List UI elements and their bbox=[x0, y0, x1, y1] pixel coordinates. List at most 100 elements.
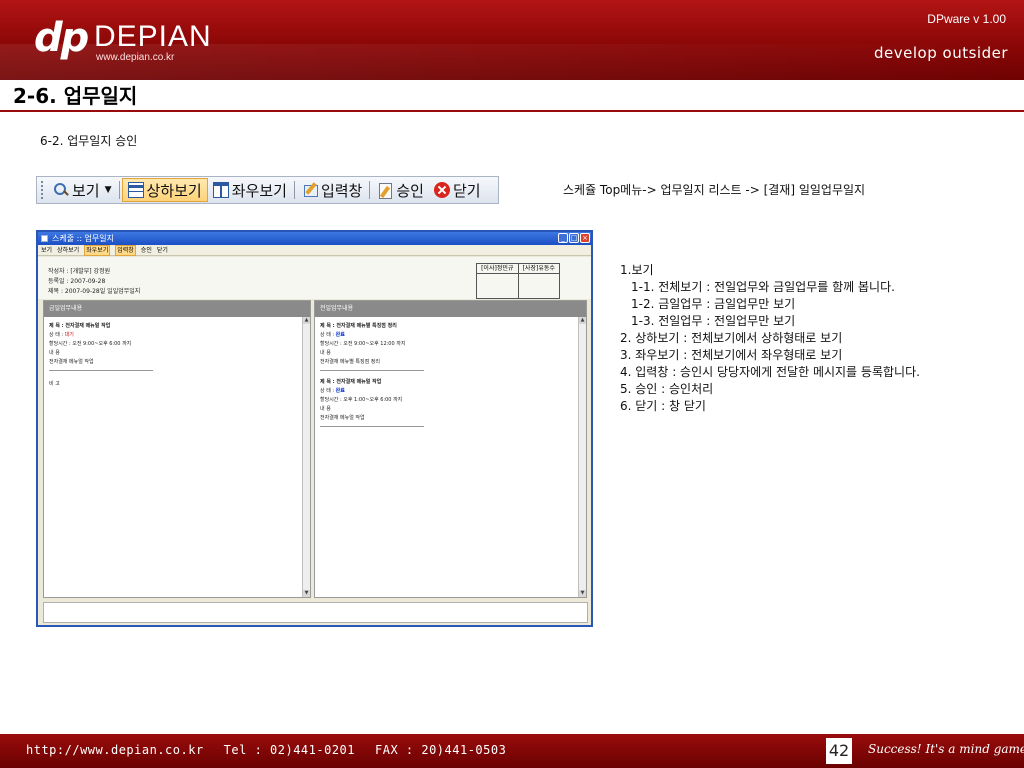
work-entry: 제 목 : 전자결재 메뉴얼 작업 상 태 : 완료 할당시간 : 오후 1:0… bbox=[320, 378, 424, 427]
reg-date-text: 등록일 : 2007-09-28 bbox=[48, 278, 106, 285]
entry-content: 전자결재 메뉴별 특징점 정리 bbox=[320, 359, 380, 365]
scroll-down-icon[interactable]: ▼ bbox=[579, 590, 586, 597]
today-panel-body: 제 목 : 전자결재 메뉴얼 작업 상 태 : 대기 할당시간 : 오전 9:0… bbox=[44, 317, 302, 597]
entry-status: 완료 bbox=[335, 332, 345, 338]
edit-pencil-icon bbox=[302, 182, 318, 198]
top-bottom-view-label: 상하보기 bbox=[146, 181, 202, 200]
footer-fax: FAX : 20)441-0503 bbox=[375, 743, 507, 757]
logo-name: DEPIAN bbox=[94, 20, 212, 53]
previous-panel-body: 제 목 : 전자결재 메뉴별 특징점 정리 상 태 : 완료 할당시간 : 오전… bbox=[315, 317, 578, 597]
left-right-view-button[interactable]: 좌우보기 bbox=[208, 178, 292, 202]
entry-time: 할당시간 : 오전 9:00~오후 6:00 까지 bbox=[49, 341, 132, 347]
entry-status-label: 상 태 : bbox=[49, 332, 64, 338]
caret-down-icon: ▼ bbox=[104, 185, 112, 195]
maximize-icon[interactable]: □ bbox=[569, 233, 579, 243]
toolbar-separator bbox=[118, 181, 120, 199]
mini-view-button[interactable]: 보기 bbox=[41, 245, 52, 256]
search-icon bbox=[53, 182, 69, 198]
entry-divider bbox=[49, 370, 153, 371]
entry-status-label: 상 태 : bbox=[320, 332, 335, 338]
description-line: 3. 좌우보기 : 전체보기에서 좌우형태로 보기 bbox=[620, 348, 843, 362]
description-line: 6. 닫기 : 창 닫기 bbox=[620, 399, 706, 413]
entry-time: 할당시간 : 오전 9:00~오후 12:00 까지 bbox=[320, 341, 406, 347]
feature-description-list: 1.보기 1-1. 전체보기 : 전일업무와 금일업무를 함께 봅니다. 1-2… bbox=[620, 262, 920, 415]
slide-number: 42 bbox=[826, 738, 852, 764]
toolbar-separator bbox=[293, 181, 295, 199]
toolbar-separator bbox=[369, 181, 371, 199]
scroll-down-icon[interactable]: ▼ bbox=[303, 590, 310, 597]
entry-status-row: 상 태 : 완료 bbox=[320, 387, 424, 396]
input-window-button[interactable]: 입력창 bbox=[297, 178, 367, 202]
entry-status-row: 상 태 : 대기 bbox=[49, 331, 153, 340]
title-divider bbox=[0, 110, 1024, 112]
entry-divider bbox=[320, 370, 424, 371]
mini-close-button[interactable]: 닫기 bbox=[157, 245, 168, 256]
footer-bar: http://www.depian.co.kr Tel : 02)441-0201… bbox=[0, 734, 1024, 768]
author-text: 작성자 : [개발부] 강정원 bbox=[48, 268, 111, 275]
approve-button[interactable]: 승인 bbox=[372, 178, 429, 202]
entry-content-label: 내 용 bbox=[320, 406, 331, 412]
page-title: 2-6. 업무일지 bbox=[13, 84, 138, 108]
work-entry: 제 목 : 전자결재 메뉴얼 작업 상 태 : 대기 할당시간 : 오전 9:0… bbox=[49, 322, 153, 371]
section-subtitle: 6-2. 업무일지 승인 bbox=[40, 134, 138, 148]
entry-status-row: 상 태 : 완료 bbox=[320, 331, 424, 340]
message-input-area[interactable] bbox=[43, 602, 588, 623]
remark-label: 비 고 bbox=[49, 381, 60, 387]
footer-contact: http://www.depian.co.kr Tel : 02)441-0201… bbox=[26, 743, 506, 757]
close-button[interactable]: 닫기 bbox=[429, 178, 486, 202]
description-line: 1-3. 전일업무 : 전일업무만 보기 bbox=[631, 314, 796, 328]
approver-column: [이사]정민규 bbox=[477, 264, 519, 298]
description-line: 2. 상하보기 : 전체보기에서 상하형태로 보기 bbox=[620, 331, 843, 345]
view-button-label: 보기 bbox=[72, 181, 100, 200]
view-button[interactable]: 보기 ▼ bbox=[48, 178, 117, 202]
approver-label: [이사]정민규 bbox=[477, 264, 518, 274]
toolbar-illustration: 보기 ▼ 상하보기 좌우보기 입력창 승인 닫기 bbox=[36, 176, 499, 204]
mini-left-right-button[interactable]: 좌우보기 bbox=[84, 244, 111, 256]
version-label: DPware v 1.00 bbox=[927, 12, 1006, 26]
mini-top-bottom-button[interactable]: 상하보기 bbox=[57, 245, 79, 256]
scroll-up-icon[interactable]: ▲ bbox=[303, 317, 310, 324]
mini-input-button[interactable]: 입력창 bbox=[115, 244, 136, 256]
entry-status: 대기 bbox=[64, 332, 74, 338]
footer-url: http://www.depian.co.kr bbox=[26, 743, 204, 757]
left-right-layout-icon bbox=[212, 182, 229, 198]
footer-slogan: Success! It's a mind game! bbox=[868, 742, 1024, 756]
window-titlebar: 스케줄 :: 업무일지 _ □ × bbox=[38, 232, 591, 245]
work-entry: 제 목 : 전자결재 메뉴별 특징점 정리 상 태 : 완료 할당시간 : 오전… bbox=[320, 322, 424, 371]
approver-column: [사장]유동수 bbox=[518, 264, 559, 298]
window-title: 스케줄 :: 업무일지 bbox=[52, 234, 114, 243]
logo-url: www.depian.co.kr bbox=[96, 52, 175, 63]
entry-content: 전자결재 메뉴얼 작업 bbox=[320, 415, 365, 421]
subject-text: 제목 : 2007-09-28일 일일업무일지 bbox=[48, 288, 141, 295]
toolbar-grip bbox=[41, 181, 44, 199]
previous-work-panel: 전일업무내용 제 목 : 전자결재 메뉴별 특징점 정리 상 태 : 완료 할당… bbox=[314, 300, 587, 598]
entry-title: 제 목 : 전자결재 메뉴별 특징점 정리 bbox=[320, 323, 397, 329]
window-close-icon[interactable]: × bbox=[580, 233, 590, 243]
approver-label: [사장]유동수 bbox=[518, 264, 559, 274]
window-toolbar: 보기 상하보기 좌우보기 입력창 승인 닫기 bbox=[38, 244, 591, 256]
top-bottom-view-button[interactable]: 상하보기 bbox=[121, 178, 208, 202]
mini-approve-button[interactable]: 승인 bbox=[141, 245, 152, 256]
scroll-up-icon[interactable]: ▲ bbox=[579, 317, 586, 324]
today-panel-scrollbar[interactable]: ▲ ▼ bbox=[302, 317, 310, 597]
top-bottom-layout-icon bbox=[127, 182, 144, 198]
logo-mark: dp bbox=[34, 15, 89, 61]
work-log-window-screenshot: 스케줄 :: 업무일지 _ □ × 보기 상하보기 좌우보기 입력창 승인 닫기… bbox=[36, 230, 593, 627]
entry-content-label: 내 용 bbox=[320, 350, 331, 356]
today-work-panel: 금일업무내용 제 목 : 전자결재 메뉴얼 작업 상 태 : 대기 할당시간 :… bbox=[43, 300, 311, 598]
close-icon bbox=[433, 182, 450, 198]
description-line: 5. 승인 : 승인처리 bbox=[620, 382, 714, 396]
today-panel-header: 금일업무내용 bbox=[44, 301, 310, 317]
entry-title: 제 목 : 전자결재 메뉴얼 작업 bbox=[320, 379, 382, 385]
close-label: 닫기 bbox=[452, 181, 481, 200]
approve-label: 승인 bbox=[396, 181, 424, 200]
left-right-view-label: 좌우보기 bbox=[231, 181, 287, 200]
previous-panel-scrollbar[interactable]: ▲ ▼ bbox=[578, 317, 586, 597]
description-line: 1-1. 전체보기 : 전일업무와 금일업무를 함께 봅니다. bbox=[631, 280, 895, 294]
input-window-label: 입력창 bbox=[320, 181, 363, 200]
minimize-icon[interactable]: _ bbox=[558, 233, 568, 243]
approve-document-icon bbox=[377, 182, 393, 199]
previous-panel-header: 전일업무내용 bbox=[315, 301, 586, 317]
tagline: develop outsider bbox=[874, 44, 1008, 62]
description-line: 1-2. 금일업무 : 금일업무만 보기 bbox=[631, 297, 796, 311]
